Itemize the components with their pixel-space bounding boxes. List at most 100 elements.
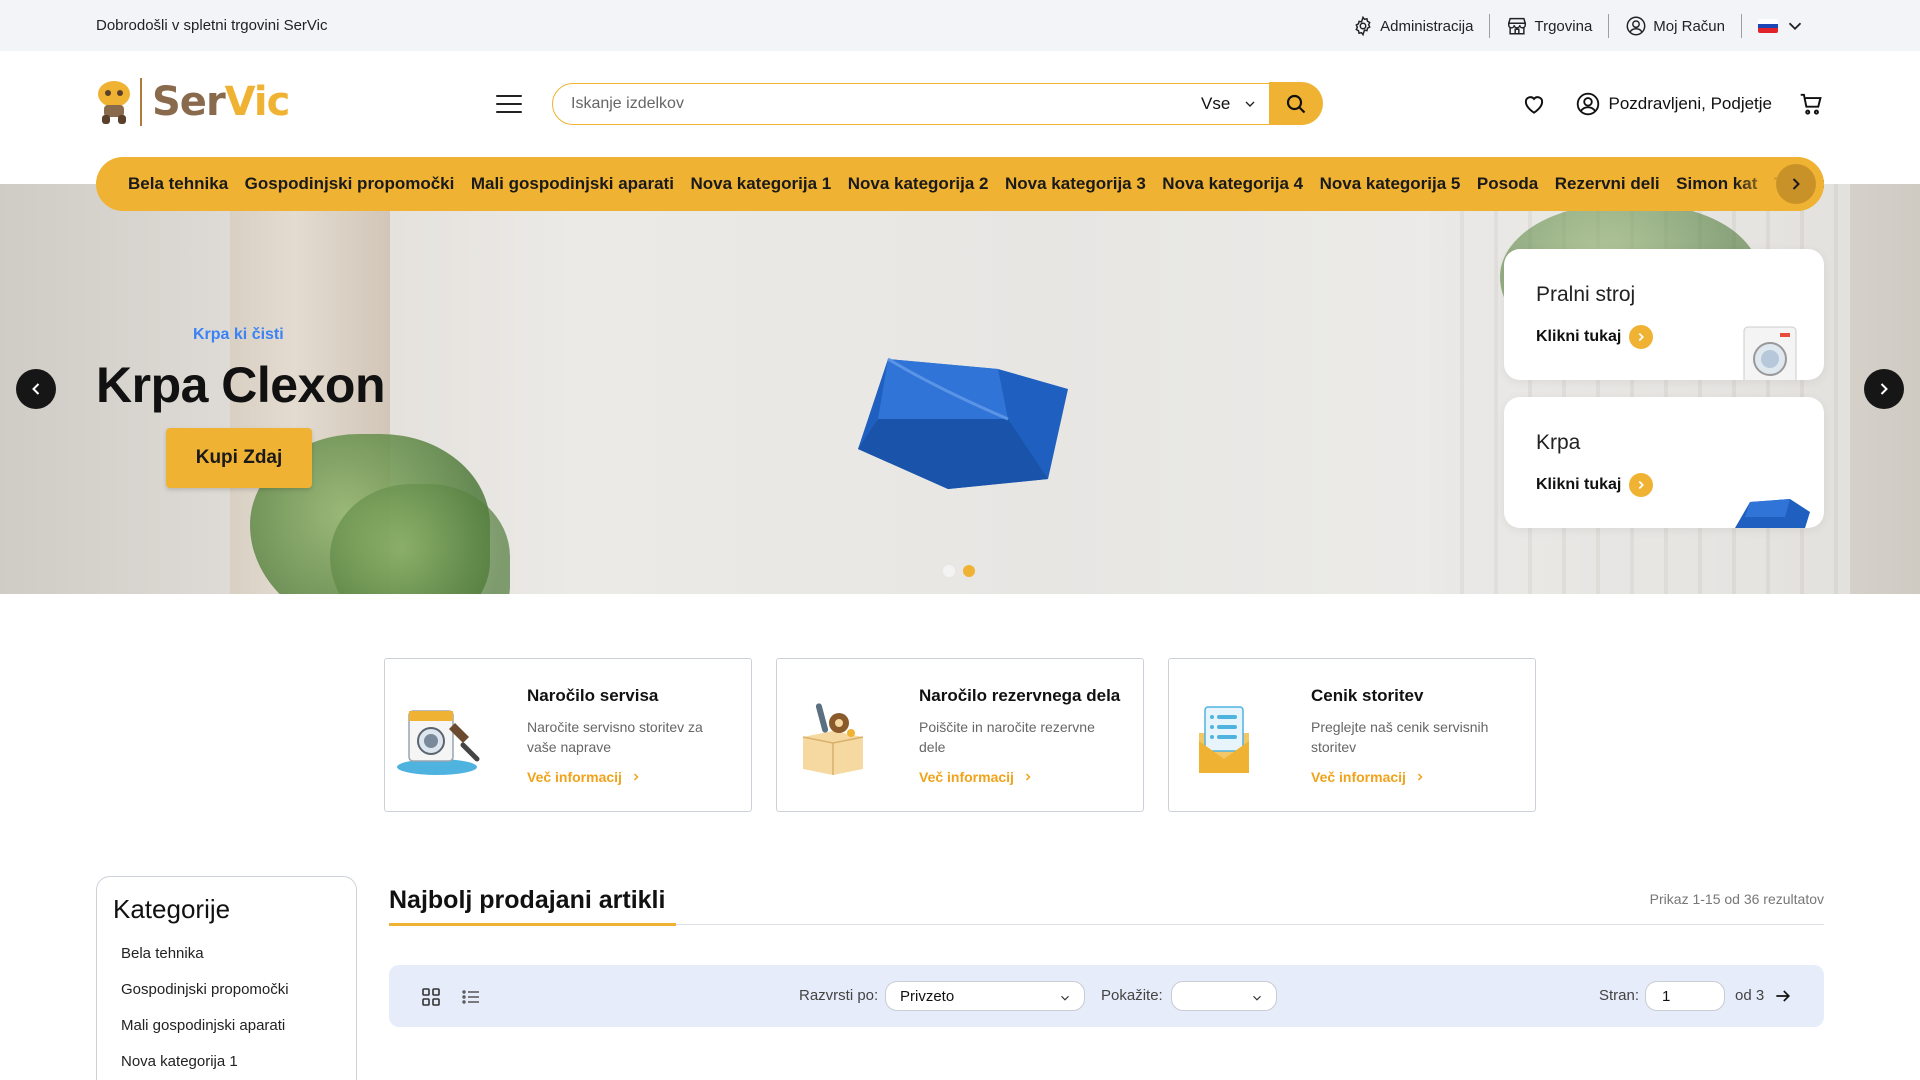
blue-cloth-image: [858, 357, 1068, 489]
slider-prev-button[interactable]: [16, 369, 56, 409]
chevron-right-icon: [1792, 178, 1800, 190]
servic-logo[interactable]: SerVic: [96, 78, 290, 126]
user-circle-icon: [1576, 92, 1599, 116]
service-description: Naročite servisno storitev za vaše napra…: [527, 719, 703, 755]
service-title: Naročilo servisa: [527, 686, 659, 705]
chevron-down-icon: [1788, 22, 1802, 31]
category-nav-item[interactable]: Nova kategorija 2: [848, 174, 989, 194]
top-links: Administracija Trgovina Moj Račun: [1336, 14, 1822, 38]
sort-label: Razvrsti po:: [799, 987, 879, 1004]
hero-slider: Krpa ki čisti Krpa Clexon Kupi Zdaj Pral…: [0, 184, 1920, 594]
page-label: Stran:: [1599, 987, 1640, 1004]
heart-icon[interactable]: [1521, 91, 1547, 117]
user-circle-icon: [1626, 16, 1646, 36]
search-button[interactable]: [1269, 82, 1323, 125]
logo-divider: [140, 78, 142, 126]
service-description: Poiščite in naročite rezervne dele: [919, 719, 1095, 755]
mascot-logo-icon: [98, 81, 130, 124]
promo-card[interactable]: Krpa Klikni tukaj: [1504, 397, 1824, 528]
category-nav-item[interactable]: Rezervni deli: [1555, 174, 1660, 194]
bestsellers-title: Najbolj prodajani artikli: [389, 886, 666, 914]
service-title: Cenik storitev: [1311, 686, 1424, 705]
chevron-down-icon: [1061, 995, 1069, 1001]
promo-title: Krpa: [1536, 431, 1581, 454]
cart-icon[interactable]: [1798, 91, 1824, 117]
category-nav-item[interactable]: Mali gospodinjski aparati: [471, 174, 674, 194]
shop-link[interactable]: Trgovina: [1489, 14, 1608, 38]
grid-view-icon[interactable]: [421, 987, 441, 1007]
sidebar-category-item[interactable]: Bela tehnika: [121, 945, 289, 981]
slide-dot-active[interactable]: [963, 565, 975, 577]
sidebar-title: Kategorije: [113, 894, 231, 924]
more-info-link[interactable]: Več informacij: [1311, 769, 1426, 785]
category-nav-item[interactable]: Gospodinjski propomočki: [245, 174, 455, 194]
category-nav-next-button[interactable]: [1776, 164, 1816, 204]
promo-link[interactable]: Klikni tukaj: [1536, 473, 1654, 497]
promo-link[interactable]: Klikni tukaj: [1536, 325, 1654, 349]
sidebar-category-item[interactable]: Nova kategorija 1: [121, 1053, 289, 1080]
store-icon: [1508, 17, 1527, 35]
category-nav-item[interactable]: Bela tehnika: [128, 174, 228, 194]
slovenia-flag-icon: [1758, 19, 1778, 33]
slider-dots: [943, 565, 975, 577]
welcome-text: Dobrodošli v spletni trgovini SerVic: [96, 17, 328, 34]
more-info-link[interactable]: Več informacij: [919, 769, 1034, 785]
chevron-right-icon: [1417, 773, 1423, 781]
page-input[interactable]: 1: [1645, 981, 1725, 1011]
service-description: Preglejte naš cenik servisnih storitev: [1311, 719, 1489, 755]
promo-card[interactable]: Pralni stroj Klikni tukaj: [1504, 249, 1824, 380]
sidebar-category-list: Bela tehnika Gospodinjski propomočki Mali …: [121, 945, 289, 1080]
chevron-left-icon: [32, 383, 40, 395]
account-greeting[interactable]: Pozdravljeni, Podjetje: [1575, 91, 1772, 117]
arrow-right-icon[interactable]: [1773, 986, 1793, 1006]
search-input[interactable]: [571, 84, 1151, 123]
language-selector[interactable]: [1741, 14, 1822, 38]
service-card-price-list[interactable]: Cenik storitev Preglejte naš cenik servi…: [1168, 658, 1536, 812]
category-nav-item[interactable]: Nova kategorija 1: [690, 174, 831, 194]
list-view-icon[interactable]: [461, 987, 481, 1007]
search-icon: [1286, 94, 1306, 113]
menu-icon[interactable]: [496, 95, 522, 113]
chevron-down-icon: [1245, 101, 1255, 107]
hero-title: Krpa Clexon: [96, 357, 386, 413]
admin-link[interactable]: Administracija: [1336, 14, 1489, 38]
chevron-down-icon: [1253, 995, 1261, 1001]
category-nav-item[interactable]: Nova kategorija 5: [1320, 174, 1461, 194]
products-toolbar: Razvrsti po: Privzeto Pokažite: Stran: 1…: [389, 965, 1824, 1027]
header-actions: Pozdravljeni, Podjetje: [1521, 91, 1824, 117]
service-card-order-spare-part[interactable]: Naročilo rezervnega dela Poiščite in nar…: [776, 658, 1144, 812]
page-total: od 3: [1735, 987, 1765, 1004]
buy-now-button[interactable]: Kupi Zdaj: [166, 428, 312, 488]
chevron-right-icon: [1025, 773, 1031, 781]
more-info-link[interactable]: Več informacij: [527, 769, 642, 785]
category-nav-item[interactable]: Nova kategorija 3: [1005, 174, 1146, 194]
category-nav-item[interactable]: Nova kategorija 4: [1162, 174, 1303, 194]
category-nav-item[interactable]: Posoda: [1477, 174, 1538, 194]
washing-machine-repair-icon: [397, 710, 480, 775]
washing-machine-image: [1743, 326, 1797, 380]
search-scope-select[interactable]: Vse: [1201, 94, 1258, 114]
search-bar: Vse: [552, 82, 1323, 125]
slide-dot[interactable]: [943, 565, 955, 577]
price-list-envelope-icon: [1199, 706, 1249, 773]
category-nav-list: Bela tehnika Gospodinjski propomočki Mali …: [128, 174, 1824, 194]
sort-select[interactable]: Privzeto: [885, 981, 1085, 1011]
hero-tagline: Krpa ki čisti: [193, 326, 284, 343]
section-divider-accent: [389, 923, 676, 926]
sidebar-category-item[interactable]: Gospodinjski propomočki: [121, 981, 289, 1017]
service-card-order-service[interactable]: Naročilo servisa Naročite servisno stori…: [384, 658, 752, 812]
slider-next-button[interactable]: [1864, 369, 1904, 409]
greeting-text: Pozdravljeni, Podjetje: [1608, 94, 1772, 113]
show-select[interactable]: [1171, 981, 1277, 1011]
blue-cloth-thumbnail: [1735, 499, 1810, 528]
spare-parts-box-icon: [802, 703, 864, 775]
service-title: Naročilo rezervnega dela: [919, 686, 1121, 705]
account-link[interactable]: Moj Račun: [1608, 14, 1741, 38]
shop-label: Trgovina: [1534, 17, 1593, 35]
sidebar-category-item[interactable]: Mali gospodinjski aparati: [121, 1017, 289, 1053]
promo-title: Pralni stroj: [1536, 283, 1636, 306]
chevron-right-icon: [633, 773, 639, 781]
chevron-right-icon: [1880, 383, 1888, 395]
category-nav-bar: Bela tehnika Gospodinjski propomočki Mali …: [96, 157, 1824, 211]
categories-sidebar: Kategorije Bela tehnika Gospodinjski prop…: [96, 876, 357, 1080]
